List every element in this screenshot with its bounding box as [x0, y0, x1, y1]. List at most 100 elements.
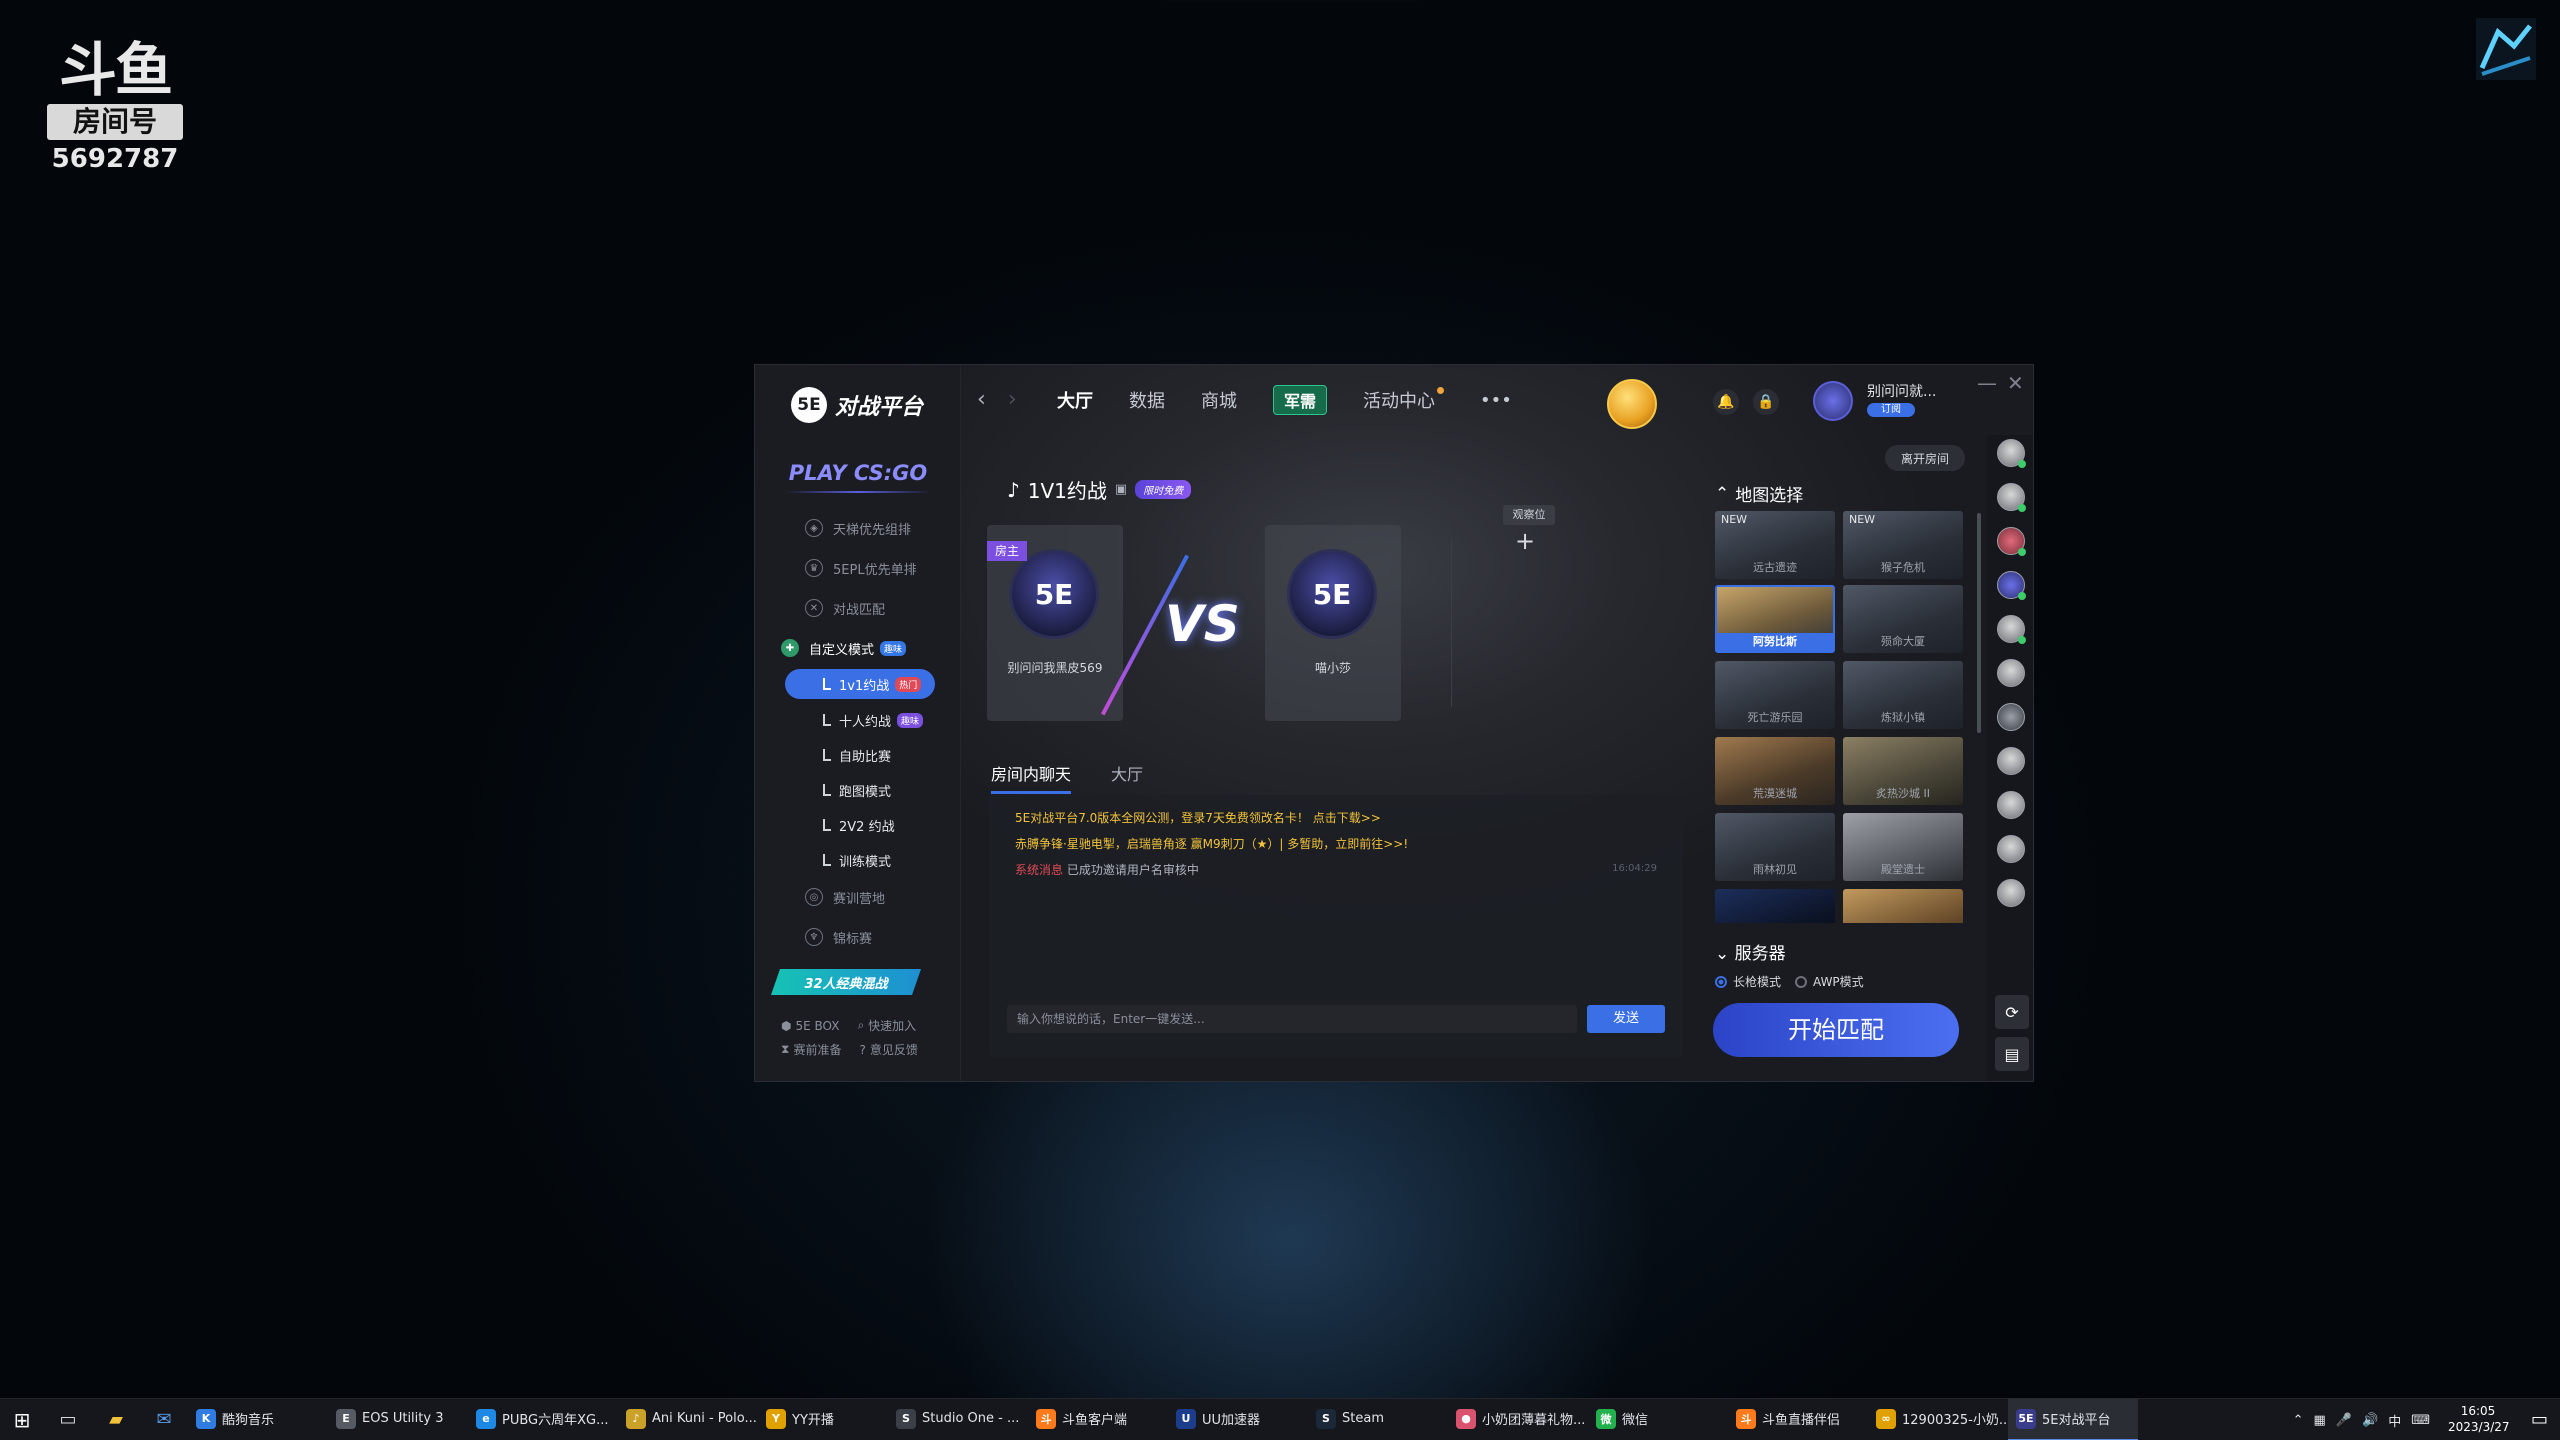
taskbar-app[interactable]: 斗斗鱼客户端: [1028, 1399, 1168, 1440]
feedback-link[interactable]: ? 意见反馈: [859, 1041, 917, 1058]
5e-box-link[interactable]: ⬢ 5E BOX: [781, 1017, 839, 1034]
sidebar-item-1v1[interactable]: 1v1约战 热门: [785, 669, 935, 699]
taskbar-app[interactable]: e PUBG六周年XG...: [468, 1399, 618, 1440]
minimize-icon[interactable]: —: [1977, 371, 1997, 395]
tab-lobby[interactable]: 大厅: [1057, 387, 1093, 413]
refresh-icon[interactable]: ⟳: [1995, 995, 2029, 1029]
map-card[interactable]: 炙热沙城 II: [1843, 737, 1963, 805]
sidebar-item-tournament[interactable]: ♆ 锦标赛: [755, 922, 961, 952]
copy-icon[interactable]: ▣: [1115, 482, 1127, 497]
taskbar-app[interactable]: ♪ Ani Kuni - Polo...: [618, 1399, 758, 1440]
chat-message[interactable]: 5E对战平台7.0版本全网公测，登录7天免费领改名卡！ 点击下载>>: [1015, 809, 1381, 826]
taskbar-app[interactable]: S Steam: [1308, 1399, 1448, 1440]
mic-icon[interactable]: 🎤: [2336, 1413, 2352, 1428]
friend-avatar[interactable]: [1997, 747, 2025, 775]
promo-banner-32-player[interactable]: 32人经典混战: [771, 969, 921, 995]
map-card[interactable]: 死亡游乐园: [1715, 661, 1835, 729]
sidebar-item-map-run[interactable]: 跑图模式: [755, 775, 961, 805]
friend-avatar[interactable]: [1997, 703, 2025, 731]
map-card[interactable]: 雨林初见: [1715, 813, 1835, 881]
tab-data[interactable]: 数据: [1129, 387, 1165, 413]
taskbar-app[interactable]: E EOS Utility 3: [328, 1399, 468, 1440]
map-scrollbar[interactable]: [1977, 513, 1981, 733]
sidebar-item-10man[interactable]: 十人约战 趣味: [755, 705, 961, 735]
sidebar-item-ladder[interactable]: ◈ 天梯优先组排: [755, 513, 961, 543]
sidebar-item-2v2[interactable]: 2V2 约战: [755, 810, 961, 840]
player-slot-1[interactable]: 5E 房主 别问问我黑皮569: [987, 525, 1123, 721]
taskbar-app[interactable]: 微微信: [1588, 1399, 1728, 1440]
chat-input[interactable]: 输入你想说的话，Enter一键发送...: [1007, 1005, 1577, 1033]
taskbar-app[interactable]: S Studio One - ...: [888, 1399, 1028, 1440]
awp-mode-radio[interactable]: AWP模式: [1795, 973, 1864, 990]
player-slot-2[interactable]: 5E 喵小莎: [1265, 525, 1401, 721]
close-icon[interactable]: ✕: [2007, 371, 2024, 395]
send-button[interactable]: 发送: [1587, 1005, 1665, 1033]
play-csgo-title[interactable]: PLAY CS:GO: [755, 461, 961, 485]
system-clock[interactable]: 16:05 2023/3/27: [2448, 1403, 2510, 1435]
more-menu-icon[interactable]: •••: [1480, 390, 1512, 411]
taskbar-app[interactable]: ● 小奶团薄暮礼物...: [1448, 1399, 1588, 1440]
friend-avatar[interactable]: [1997, 527, 2026, 556]
server-section-header[interactable]: ⌄ 服务器: [1715, 939, 1786, 964]
taskbar-app[interactable]: 斗斗鱼直播伴侣: [1728, 1399, 1868, 1440]
tab-room-chat[interactable]: 房间内聊天: [991, 761, 1072, 794]
volume-icon[interactable]: 🔊: [2362, 1413, 2378, 1428]
sidebar-item-matchmaking[interactable]: ✕ 对战匹配: [755, 593, 961, 623]
network-icon[interactable]: ▦: [2314, 1413, 2326, 1428]
sidebar-item-self-match[interactable]: 自助比赛: [755, 740, 961, 770]
map-card[interactable]: 荒漠迷城: [1715, 737, 1835, 805]
sidebar-item-training[interactable]: 训练模式: [755, 845, 961, 875]
map-card[interactable]: 炼狱小镇: [1843, 661, 1963, 729]
chat-bubble-icon[interactable]: ▤: [1995, 1037, 2029, 1071]
task-view-icon[interactable]: ▭: [44, 1399, 92, 1440]
sidebar-item-custom-mode[interactable]: ✚ 自定义模式 趣味: [755, 633, 961, 663]
file-explorer-icon[interactable]: ▰: [92, 1399, 140, 1440]
friend-avatar[interactable]: [1997, 791, 2025, 819]
map-card[interactable]: [1715, 889, 1835, 923]
user-avatar[interactable]: [1813, 381, 1853, 421]
map-section-header[interactable]: ⌃ 地图选择: [1715, 481, 1803, 507]
quick-join-link[interactable]: ⌕ 快速加入: [857, 1017, 916, 1034]
rifle-mode-radio[interactable]: 长枪模式: [1715, 973, 1781, 990]
map-card[interactable]: 殒命大厦: [1843, 585, 1963, 653]
forward-arrow-icon[interactable]: ›: [1008, 387, 1017, 412]
mail-icon[interactable]: ✉: [140, 1399, 188, 1440]
map-card[interactable]: [1843, 889, 1963, 923]
taskbar-app[interactable]: U UU加速器: [1168, 1399, 1308, 1440]
chevron-up-icon[interactable]: ⌃: [2293, 1413, 2304, 1428]
friend-avatar[interactable]: [1997, 571, 2026, 600]
leave-room-button[interactable]: 离开房间: [1885, 445, 1965, 471]
add-observer-button[interactable]: +: [1515, 527, 1535, 555]
bell-icon[interactable]: 🔔: [1713, 389, 1739, 415]
taskbar-app[interactable]: ∞ 12900325-小奶...: [1868, 1399, 2008, 1440]
map-card[interactable]: NEW 远古遗迹: [1715, 511, 1835, 579]
friend-avatar[interactable]: [1997, 483, 2026, 512]
map-card[interactable]: 殿堂遗士: [1843, 813, 1963, 881]
friend-avatar[interactable]: [1997, 835, 2025, 863]
start-match-button[interactable]: 开始匹配: [1713, 1003, 1959, 1057]
sidebar-item-5epl[interactable]: ♛ 5EPL优先单排: [755, 553, 961, 583]
tab-events[interactable]: 活动中心: [1363, 387, 1445, 413]
coin-icon[interactable]: [1607, 379, 1657, 429]
friend-avatar[interactable]: [1997, 615, 2026, 644]
map-card[interactable]: NEW 猴子危机: [1843, 511, 1963, 579]
windows-start-icon[interactable]: ⊞: [0, 1399, 44, 1440]
chat-message[interactable]: 赤膊争锋·星驰电掣，启瑞兽角逐 赢M9刺刀（★）| 多暂助，立即前往>>!: [1015, 835, 1408, 852]
back-arrow-icon[interactable]: ‹: [977, 387, 986, 412]
notification-icon[interactable]: ▭: [2531, 1409, 2548, 1430]
friend-avatar[interactable]: [1997, 659, 2025, 687]
input-language[interactable]: 中: [2388, 1411, 2401, 1430]
taskbar-app[interactable]: 5E 5E对战平台: [2008, 1398, 2138, 1440]
taskbar-app[interactable]: Y YY开播: [758, 1399, 888, 1440]
tab-lobby-chat[interactable]: 大厅: [1111, 761, 1143, 794]
tab-supply[interactable]: 军需: [1273, 385, 1328, 415]
brand[interactable]: 5E 对战平台: [791, 379, 923, 431]
sidebar-item-training-camp[interactable]: ◎ 赛训营地: [755, 882, 961, 912]
keyboard-icon[interactable]: ⌨: [2411, 1413, 2430, 1428]
tab-store[interactable]: 商城: [1201, 387, 1237, 413]
pre-match-link[interactable]: ⧗ 赛前准备: [781, 1041, 841, 1058]
user-name[interactable]: 别问问就...: [1867, 381, 1936, 401]
taskbar-app[interactable]: K 酷狗音乐: [188, 1399, 328, 1440]
friend-avatar[interactable]: [1997, 879, 2025, 907]
lock-icon[interactable]: 🔒: [1753, 389, 1779, 415]
